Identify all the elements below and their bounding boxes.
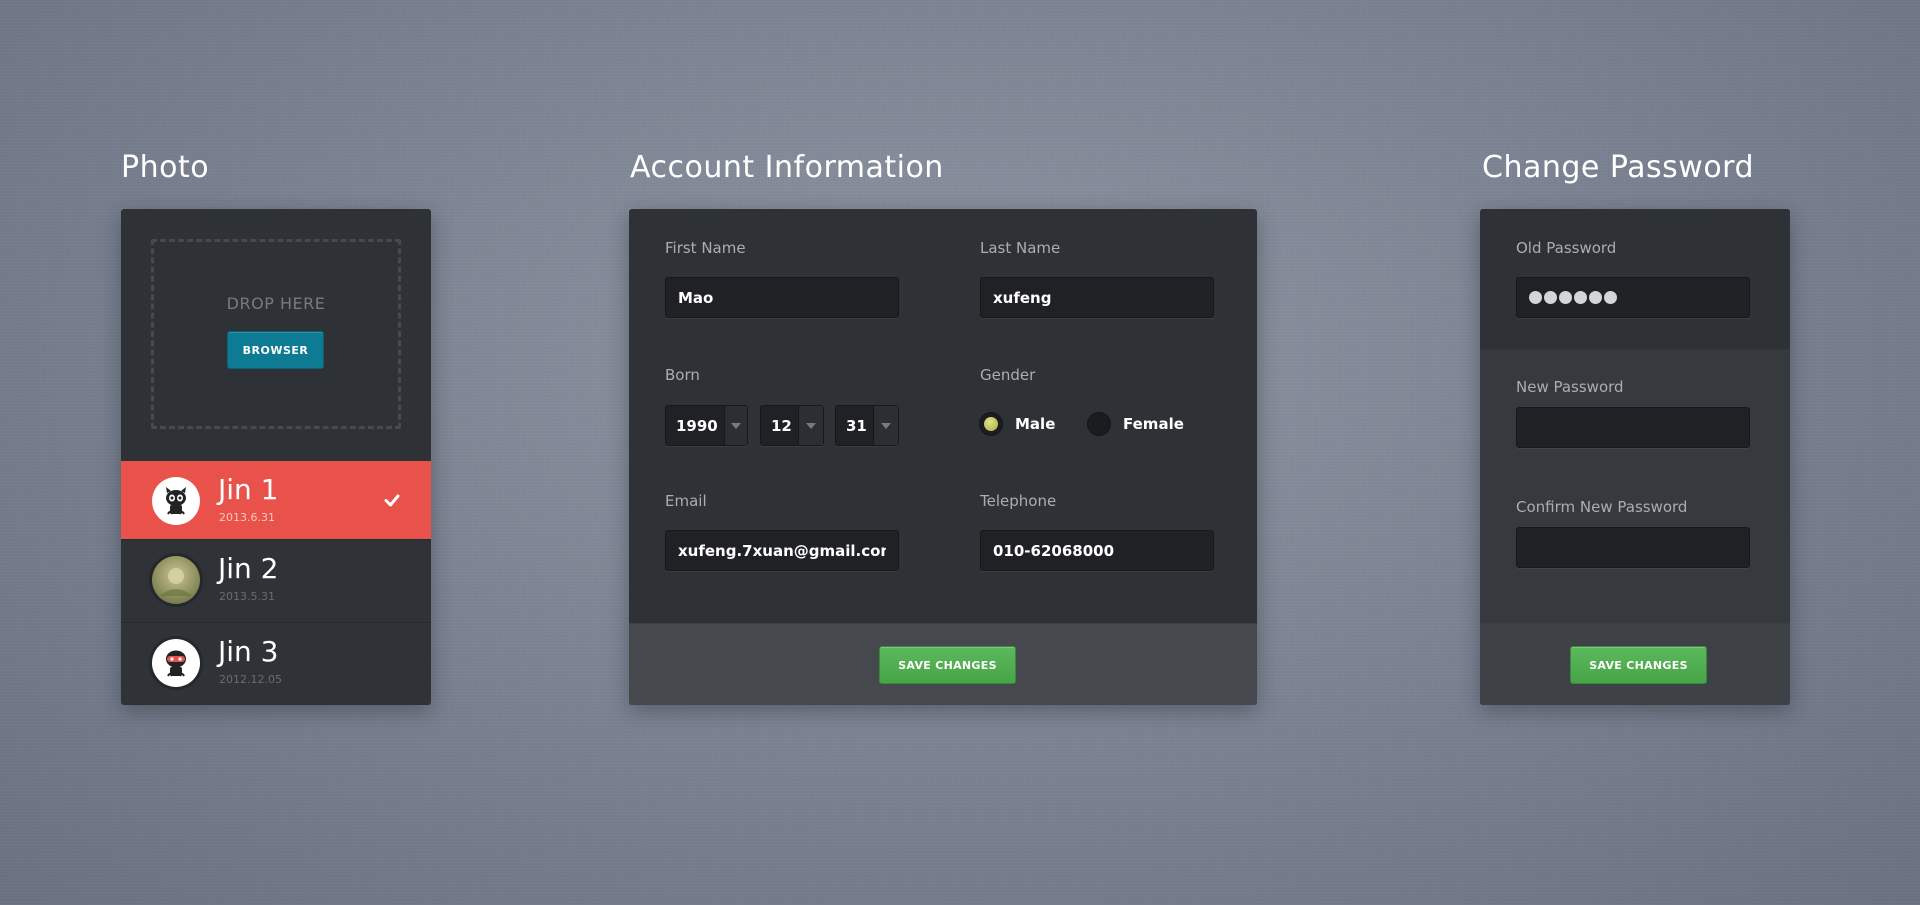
gender-female-radio[interactable]: Female bbox=[1087, 412, 1184, 436]
password-section-title: Change Password bbox=[1482, 150, 1755, 185]
new-password-label: New Password bbox=[1516, 378, 1624, 396]
chevron-down-icon bbox=[872, 406, 898, 445]
gender-female-label: Female bbox=[1123, 415, 1184, 433]
browse-button[interactable]: BROWSER bbox=[227, 331, 324, 369]
account-section-title: Account Information bbox=[630, 150, 944, 185]
radio-unchecked-icon bbox=[1087, 412, 1111, 436]
email-input[interactable] bbox=[665, 530, 899, 571]
born-year-value: 1990 bbox=[676, 416, 718, 435]
born-month-select[interactable]: 12 bbox=[760, 405, 824, 446]
gender-male-radio[interactable]: Male bbox=[979, 412, 1055, 436]
password-save-button[interactable]: SAVE CHANGES bbox=[1570, 646, 1707, 684]
email-label: Email bbox=[665, 492, 707, 510]
account-panel: First Name Last Name Born 1990 12 31 Gen… bbox=[629, 209, 1257, 705]
account-save-button[interactable]: SAVE CHANGES bbox=[879, 646, 1016, 684]
chevron-down-icon bbox=[723, 406, 747, 445]
photo-item-name: Jin 3 bbox=[218, 635, 279, 668]
photo-item-name: Jin 1 bbox=[218, 473, 279, 506]
drop-here-text: DROP HERE bbox=[226, 294, 326, 313]
photo-item-date: 2013.5.31 bbox=[219, 590, 275, 603]
confirm-password-input[interactable] bbox=[1516, 527, 1750, 568]
born-month-value: 12 bbox=[771, 416, 792, 435]
password-mask bbox=[1529, 278, 1617, 317]
password-panel-footer: SAVE CHANGES bbox=[1480, 623, 1790, 705]
octocat-avatar-icon bbox=[152, 477, 200, 525]
photo-item-name: Jin 2 bbox=[218, 552, 279, 585]
first-name-label: First Name bbox=[665, 239, 746, 257]
first-name-input[interactable] bbox=[665, 277, 899, 318]
photo-list-item[interactable]: Jin 2 2013.5.31 bbox=[121, 539, 431, 622]
nature-avatar-icon bbox=[152, 556, 200, 604]
telephone-label: Telephone bbox=[980, 492, 1057, 510]
photo-panel: DROP HERE BROWSER Jin 1 2013.6.31 Jin 2 … bbox=[121, 209, 431, 705]
photo-section-title: Photo bbox=[121, 150, 210, 185]
chevron-down-icon bbox=[797, 406, 823, 445]
new-password-input[interactable] bbox=[1516, 407, 1750, 448]
confirm-password-label: Confirm New Password bbox=[1516, 498, 1688, 516]
photo-list-item[interactable]: Jin 1 2013.6.31 bbox=[121, 461, 431, 539]
born-label: Born bbox=[665, 366, 700, 384]
gender-male-label: Male bbox=[1015, 415, 1056, 433]
telephone-input[interactable] bbox=[980, 530, 1214, 571]
born-year-select[interactable]: 1990 bbox=[665, 405, 748, 446]
photo-list-item[interactable]: Jin 3 2012.12.05 bbox=[121, 622, 431, 703]
gender-label: Gender bbox=[980, 366, 1036, 384]
photo-list: Jin 1 2013.6.31 Jin 2 2013.5.31 Jin 3 20… bbox=[121, 461, 431, 703]
old-password-section: Old Password bbox=[1480, 209, 1790, 350]
born-day-value: 31 bbox=[846, 416, 867, 435]
born-day-select[interactable]: 31 bbox=[835, 405, 899, 446]
password-panel: Old Password New Password Confirm New Pa… bbox=[1480, 209, 1790, 705]
radio-checked-icon bbox=[979, 412, 1003, 436]
photo-item-date: 2013.6.31 bbox=[219, 511, 275, 524]
account-panel-footer: SAVE CHANGES bbox=[629, 623, 1257, 705]
photo-item-date: 2012.12.05 bbox=[219, 673, 282, 686]
ninja-avatar-icon bbox=[152, 639, 200, 687]
photo-drop-zone[interactable]: DROP HERE BROWSER bbox=[151, 239, 401, 429]
check-icon bbox=[384, 494, 400, 507]
old-password-label: Old Password bbox=[1516, 239, 1617, 257]
last-name-input[interactable] bbox=[980, 277, 1214, 318]
new-password-section: New Password Confirm New Password bbox=[1480, 350, 1790, 623]
last-name-label: Last Name bbox=[980, 239, 1061, 257]
old-password-input[interactable] bbox=[1516, 277, 1750, 318]
